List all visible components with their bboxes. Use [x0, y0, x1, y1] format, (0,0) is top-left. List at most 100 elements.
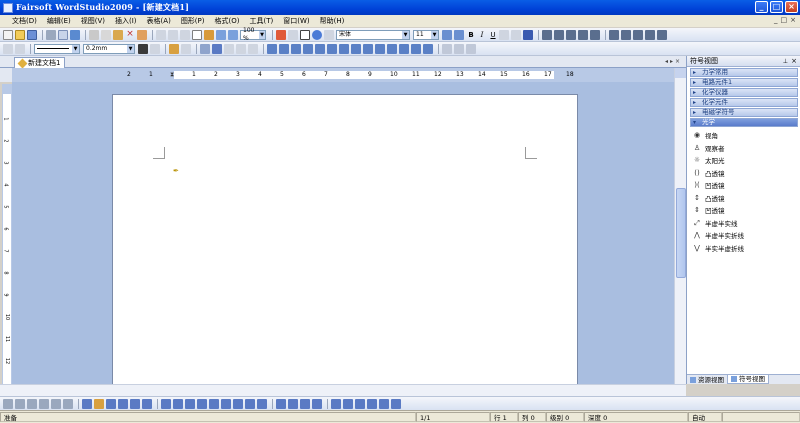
- category-chem-instruments[interactable]: 化学仪器: [690, 88, 798, 97]
- distribute-icon[interactable]: [590, 29, 600, 40]
- shadow-icon[interactable]: [181, 43, 191, 54]
- menu-graphics[interactable]: 图形(P): [181, 16, 205, 26]
- symbol-item[interactable]: )(凹透镜: [687, 179, 800, 192]
- open-folder-icon[interactable]: [15, 29, 25, 40]
- distribute-objects-icon[interactable]: [351, 43, 361, 54]
- justify-icon[interactable]: [578, 29, 588, 40]
- polygon-tool-icon[interactable]: [233, 398, 243, 409]
- align-right-icon[interactable]: [566, 29, 576, 40]
- border-icon[interactable]: [657, 29, 667, 40]
- tab-resource-view[interactable]: 资源视图: [687, 375, 727, 384]
- merge-cells-icon[interactable]: [236, 43, 246, 54]
- pan-hand-icon[interactable]: [204, 29, 214, 40]
- document-tab[interactable]: 新建文档1: [14, 57, 66, 68]
- help-icon[interactable]: [312, 29, 322, 40]
- save-icon[interactable]: [27, 29, 37, 40]
- menu-insert[interactable]: 插入(I): [115, 16, 137, 26]
- underline-button[interactable]: U: [488, 30, 498, 40]
- copy-icon[interactable]: [101, 29, 111, 40]
- print-preview-icon[interactable]: [58, 29, 68, 40]
- edit-shape-icon[interactable]: [15, 43, 25, 54]
- align-center-icon[interactable]: [554, 29, 564, 40]
- sum-tool-icon[interactable]: [331, 398, 341, 409]
- arrow-style-icon[interactable]: [150, 43, 160, 54]
- font-size-select[interactable]: 11 ▼: [413, 29, 439, 40]
- menu-edit[interactable]: 编辑(E): [47, 16, 71, 26]
- symbol-item[interactable]: ⋀ 半虚半实折线: [687, 229, 800, 242]
- grow-font-icon[interactable]: [442, 29, 452, 40]
- paste-icon[interactable]: [113, 29, 123, 40]
- star-tool-icon[interactable]: [257, 398, 267, 409]
- menu-view[interactable]: 视图(V): [81, 16, 105, 26]
- subscript-tool-icon[interactable]: [367, 398, 377, 409]
- category-circuit[interactable]: 电路元件1: [690, 78, 798, 87]
- menu-table[interactable]: 表格(A): [147, 16, 171, 26]
- font-name-select[interactable]: 宋体 ▼: [336, 29, 410, 40]
- align-objects-icon[interactable]: [315, 43, 325, 54]
- zoom-in-icon[interactable]: [216, 29, 226, 40]
- rotate-icon[interactable]: [363, 43, 373, 54]
- arrow-tool-icon[interactable]: [173, 398, 183, 409]
- line-style-select[interactable]: ▼: [34, 43, 80, 54]
- rectangle-tool-icon[interactable]: [209, 398, 219, 409]
- root-tool-icon[interactable]: [343, 398, 353, 409]
- polyline-tool-icon[interactable]: [197, 398, 207, 409]
- italic-button[interactable]: I: [477, 30, 487, 40]
- group-icon[interactable]: [387, 43, 397, 54]
- select-tool-icon[interactable]: [3, 398, 13, 409]
- vertical-scrollbar[interactable]: [674, 68, 687, 384]
- send-back-icon[interactable]: [423, 43, 433, 54]
- text-tool-icon[interactable]: [118, 398, 128, 409]
- symbol-item[interactable]: ◉ 视角: [687, 129, 800, 142]
- insert-table-icon[interactable]: [212, 43, 222, 54]
- align-objects-icon[interactable]: [279, 43, 289, 54]
- print-icon[interactable]: [46, 29, 56, 40]
- format-painter-icon[interactable]: [137, 29, 147, 40]
- maximize-button[interactable]: □: [770, 1, 783, 13]
- redo-icon[interactable]: [168, 29, 178, 40]
- horizontal-ruler[interactable]: 2 1 ⧗ 1 2 3 4 5 6 7 8 9 10 11 12 13 14 1…: [12, 68, 674, 82]
- menu-tools[interactable]: 工具(T): [249, 16, 273, 26]
- more-options-icon[interactable]: [324, 29, 334, 40]
- align-objects-icon[interactable]: [291, 43, 301, 54]
- align-objects-icon[interactable]: [303, 43, 313, 54]
- symbol-item[interactable]: ☼ 太阳光: [687, 154, 800, 167]
- spell-check-icon[interactable]: [70, 29, 80, 40]
- arc-tool-icon[interactable]: [245, 398, 255, 409]
- symbol-item[interactable]: ♙ 观察者: [687, 142, 800, 155]
- table-icon[interactable]: [180, 29, 190, 40]
- cut-icon[interactable]: [89, 29, 99, 40]
- mdi-restore-button[interactable]: □: [781, 16, 788, 24]
- flip-icon[interactable]: [375, 43, 385, 54]
- ungroup-icon[interactable]: [399, 43, 409, 54]
- matrix-tool-icon[interactable]: [312, 398, 322, 409]
- more-draw-icon[interactable]: [391, 398, 401, 409]
- bring-front-icon[interactable]: [411, 43, 421, 54]
- menu-document[interactable]: 文档(D): [12, 16, 37, 26]
- fraction-tool-icon[interactable]: [300, 398, 310, 409]
- insert-object-icon[interactable]: [276, 29, 286, 40]
- callout-tool-icon[interactable]: [142, 398, 152, 409]
- mdi-close-button[interactable]: ×: [790, 16, 796, 24]
- shape-icon[interactable]: [3, 43, 13, 54]
- vertical-ruler[interactable]: 1 2 3 4 5 6 7 8 9 10 11 12: [2, 84, 12, 384]
- close-button[interactable]: ×: [785, 1, 798, 13]
- align-tool-icon[interactable]: [51, 398, 61, 409]
- line-color-icon[interactable]: [138, 43, 148, 54]
- superscript-icon[interactable]: [499, 29, 509, 40]
- category-chem-elements[interactable]: 化学元件: [690, 98, 798, 107]
- fill-color-icon[interactable]: [169, 43, 179, 54]
- unlock-icon[interactable]: [454, 43, 464, 54]
- rotate-tool-icon[interactable]: [15, 398, 25, 409]
- align-objects-icon[interactable]: [267, 43, 277, 54]
- tab-navigation-icon[interactable]: ◂▸×: [665, 58, 682, 65]
- axis-tool-icon[interactable]: [106, 398, 116, 409]
- angle-tool-icon[interactable]: [379, 398, 389, 409]
- font-color-icon[interactable]: [523, 29, 533, 40]
- minimize-button[interactable]: _: [755, 1, 768, 13]
- bold-button[interactable]: B: [466, 30, 476, 40]
- select-icon[interactable]: [192, 29, 202, 40]
- line-style-icon[interactable]: [288, 29, 298, 40]
- mode-indicator[interactable]: 自动: [688, 412, 722, 422]
- category-electromagnetism[interactable]: 电磁学符号: [690, 108, 798, 117]
